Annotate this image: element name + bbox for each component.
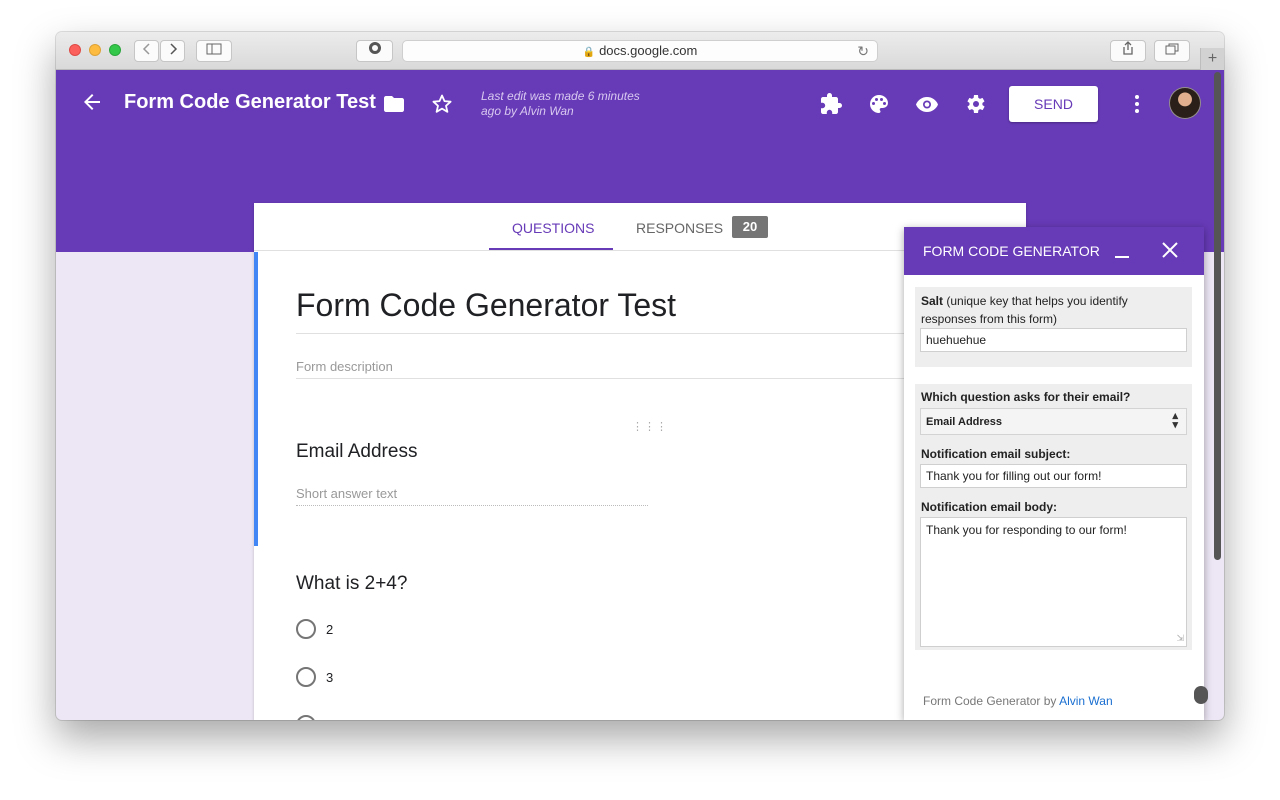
radio-button[interactable]	[296, 667, 316, 687]
option-label: 3	[326, 670, 334, 685]
url-text: docs.google.com	[599, 43, 698, 58]
title-underline	[296, 333, 976, 334]
select-arrows-icon: ▴ ▾	[1172, 410, 1178, 431]
notification-section: Which question asks for their email? Ema…	[915, 384, 1192, 650]
send-button[interactable]: SEND	[1009, 86, 1098, 122]
user-avatar[interactable]	[1169, 87, 1201, 119]
help-icon[interactable]	[1194, 686, 1208, 704]
minimize-window-button[interactable]	[89, 44, 101, 56]
share-button[interactable]	[1110, 40, 1146, 62]
reload-icon[interactable]: ↻	[857, 41, 869, 61]
privacy-button[interactable]	[356, 40, 393, 62]
settings-gear-icon[interactable]	[963, 92, 987, 116]
salt-label-bold: Salt	[921, 294, 944, 308]
back-button[interactable]	[134, 40, 159, 62]
chevron-left-icon	[142, 43, 150, 55]
question-title[interactable]: What is 2+4?	[296, 573, 407, 595]
lock-icon: 🔒	[582, 47, 596, 58]
page-scrollbar[interactable]	[1214, 72, 1221, 560]
header-form-title[interactable]: Form Code Generator Test	[124, 91, 376, 114]
drag-handle-icon[interactable]: ⋮⋮⋮	[632, 420, 668, 433]
form-description-field[interactable]: Form description	[296, 359, 393, 374]
zoom-window-button[interactable]	[109, 44, 121, 56]
tabs-icon	[1165, 43, 1179, 55]
sidebar-toggle-button[interactable]	[196, 40, 232, 62]
subject-input[interactable]: Thank you for filling out our form!	[920, 464, 1187, 488]
palette-icon[interactable]	[867, 92, 891, 116]
resize-grip-icon[interactable]: ⇲	[1176, 633, 1184, 644]
browser-window: 🔒 docs.google.com ↻ + Form Code Generator…	[56, 32, 1224, 720]
share-icon	[1123, 41, 1133, 55]
question-title[interactable]: Email Address	[296, 441, 417, 463]
body-text: Thank you for responding to our form!	[926, 523, 1127, 537]
chevron-right-icon	[169, 43, 177, 55]
active-section-indicator	[254, 252, 258, 546]
arrow-back-icon[interactable]	[80, 90, 104, 114]
close-icon[interactable]	[1160, 240, 1180, 260]
salt-section: Salt (unique key that helps you identify…	[915, 287, 1192, 367]
body-textarea[interactable]: Thank you for responding to our form! ⇲	[920, 517, 1187, 647]
tab-questions[interactable]: QUESTIONS	[512, 220, 594, 236]
star-icon[interactable]	[430, 92, 454, 116]
radio-button[interactable]	[296, 715, 316, 720]
folder-icon[interactable]	[382, 92, 406, 116]
new-tab-button[interactable]: +	[1200, 48, 1224, 70]
salt-label-hint: (unique key that helps you identify resp…	[921, 294, 1128, 326]
close-window-button[interactable]	[69, 44, 81, 56]
tabs-overview-button[interactable]	[1154, 40, 1190, 62]
short-answer-placeholder: Short answer text	[296, 486, 398, 501]
description-underline	[296, 378, 976, 379]
address-bar[interactable]: 🔒 docs.google.com ↻	[402, 40, 878, 62]
addon-panel-title: FORM CODE GENERATOR	[923, 243, 1100, 259]
shield-icon	[368, 42, 381, 54]
radio-button[interactable]	[296, 619, 316, 639]
minimize-icon[interactable]	[1114, 241, 1130, 261]
subject-label: Notification email subject:	[921, 447, 1071, 461]
last-edit-text[interactable]: Last edit was made 6 minutes ago by Alvi…	[481, 89, 661, 119]
more-vert-icon[interactable]	[1125, 92, 1149, 116]
short-answer-underline	[296, 505, 648, 506]
addons-puzzle-icon[interactable]	[819, 92, 843, 116]
responses-count-badge: 20	[732, 216, 768, 238]
addon-panel: FORM CODE GENERATOR Salt (unique key tha…	[904, 227, 1204, 720]
sidebar-icon	[206, 43, 222, 55]
salt-label: Salt (unique key that helps you identify…	[921, 292, 1186, 328]
tab-responses[interactable]: RESPONSES	[636, 220, 723, 236]
body-label: Notification email body:	[921, 500, 1058, 514]
email-question-value: Email Address	[926, 416, 1003, 428]
salt-input[interactable]: huehuehue	[920, 328, 1187, 352]
form-title-field[interactable]: Form Code Generator Test	[296, 287, 676, 324]
author-link[interactable]: Alvin Wan	[1059, 694, 1113, 708]
addon-panel-header: FORM CODE GENERATOR	[904, 227, 1204, 275]
option-label: 2	[326, 622, 334, 637]
forward-button[interactable]	[160, 40, 185, 62]
footer-text: Form Code Generator by	[923, 694, 1060, 708]
preview-eye-icon[interactable]	[915, 92, 939, 116]
addon-footer: Form Code Generator by Alvin Wan	[923, 694, 1113, 708]
email-question-label: Which question asks for their email?	[921, 390, 1131, 404]
active-tab-indicator	[489, 248, 613, 250]
email-question-select[interactable]: Email Address ▴ ▾	[920, 408, 1187, 435]
browser-toolbar: 🔒 docs.google.com ↻ +	[56, 32, 1224, 70]
